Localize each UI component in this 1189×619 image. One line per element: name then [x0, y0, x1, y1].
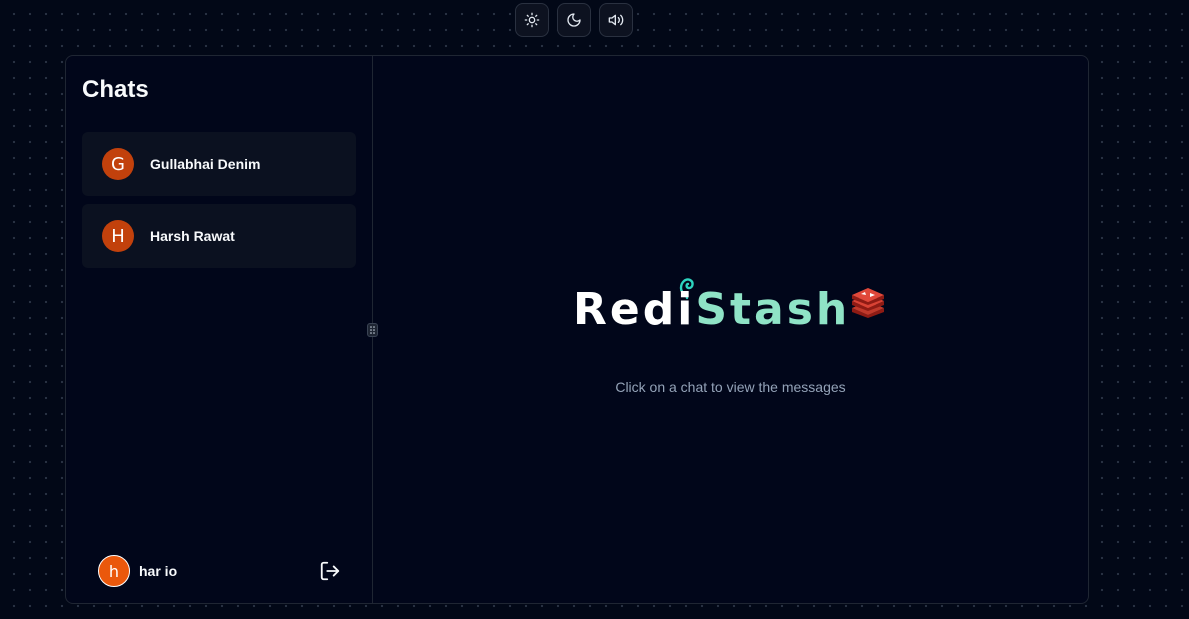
user-name: har io	[139, 563, 178, 579]
user-avatar[interactable]: h	[98, 555, 130, 587]
chat-app-window: Chats G Gullabhai Denim H Harsh Rawat h …	[65, 55, 1089, 604]
chat-list: G Gullabhai Denim H Harsh Rawat	[82, 132, 356, 276]
current-user-bar: h har io	[98, 555, 342, 587]
grip-icon	[370, 326, 375, 334]
avatar: G	[102, 148, 134, 180]
sun-icon	[524, 12, 540, 28]
chat-sidebar: Chats G Gullabhai Denim H Harsh Rawat h …	[66, 56, 373, 603]
logout-icon	[320, 561, 340, 581]
logo-text-redi: Redi	[573, 284, 696, 335]
light-mode-button[interactable]	[515, 3, 549, 37]
redistash-logo: RediStash	[573, 274, 893, 344]
sidebar-title: Chats	[82, 76, 149, 103]
panel-resize-handle[interactable]	[367, 323, 378, 337]
logo-wordmark: RediStash	[573, 288, 850, 332]
theme-controls	[515, 3, 633, 37]
chat-name: Gullabhai Denim	[150, 156, 261, 172]
avatar: H	[102, 220, 134, 252]
logout-button[interactable]	[318, 559, 342, 583]
message-panel: RediStash Click on a chat to view the me…	[373, 56, 1088, 603]
dark-mode-button[interactable]	[557, 3, 591, 37]
empty-state-message: Click on a chat to view the messages	[615, 379, 846, 395]
chat-item-harsh-rawat[interactable]: H Harsh Rawat	[82, 204, 356, 268]
volume-icon	[608, 14, 624, 26]
chat-name: Harsh Rawat	[150, 228, 235, 244]
sound-toggle-button[interactable]	[599, 3, 633, 37]
redis-stack-icon	[852, 288, 884, 318]
chat-item-gullabhai-denim[interactable]: G Gullabhai Denim	[82, 132, 356, 196]
logo-text-stash: Stash	[695, 284, 851, 335]
moon-icon	[567, 13, 581, 27]
